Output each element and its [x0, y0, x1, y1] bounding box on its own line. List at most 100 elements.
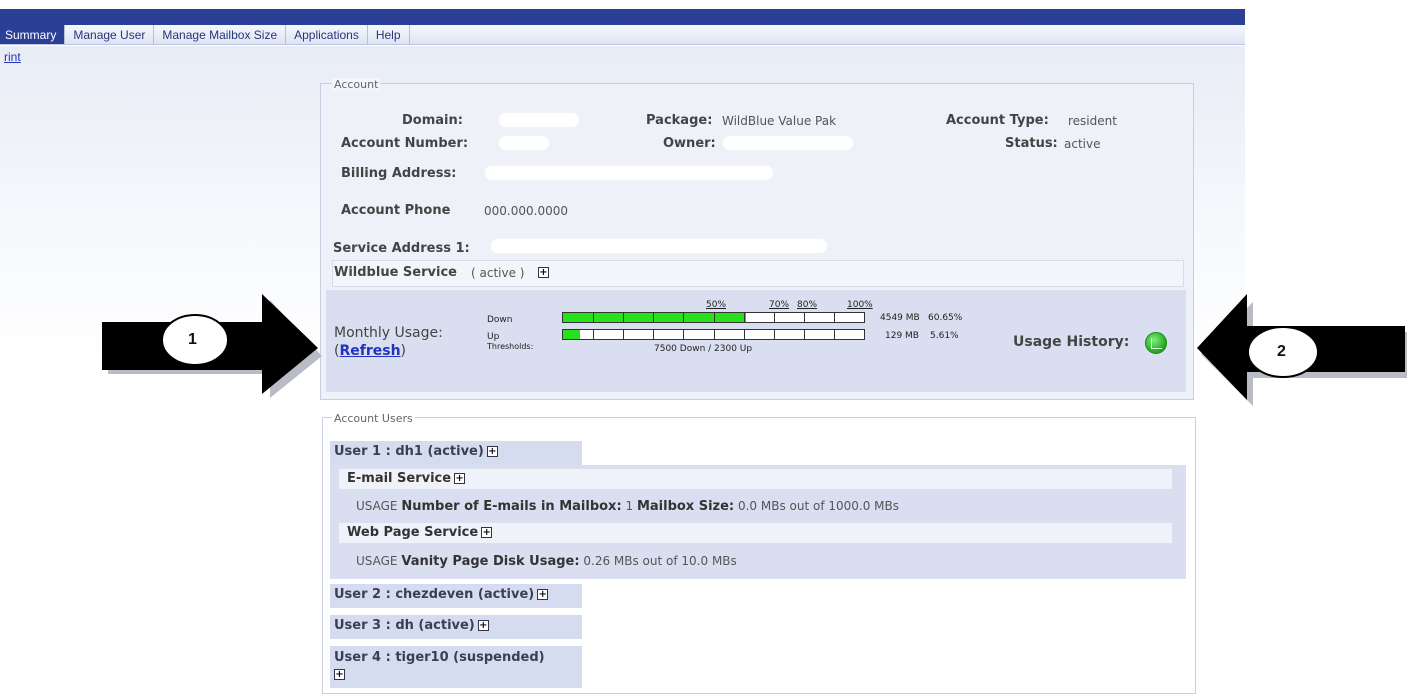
emails-count-label: Number of E-mails in Mailbox: [401, 499, 622, 514]
user-3-label: User 3 : dh (active) [334, 618, 475, 633]
web-usage-line: USAGE Vanity Page Disk Usage: 0.26 MBs o… [356, 554, 737, 569]
down-usage-bar [562, 312, 865, 323]
bar-segment-tick [804, 330, 805, 339]
emails-count-value: 1 [625, 499, 634, 513]
print-link[interactable]: rint [4, 50, 21, 64]
tab-bar: Summary Manage User Manage Mailbox Size … [0, 25, 1245, 45]
bar-segment-tick [744, 330, 745, 339]
user-4-header[interactable]: User 4 : tiger10 (suspended) + [330, 646, 582, 688]
bar-segment-tick [683, 330, 684, 339]
bar-segment-tick [804, 313, 805, 322]
bar-segment-tick [593, 313, 594, 322]
user-2-expand-icon[interactable]: + [537, 589, 549, 600]
user-1-expand-icon[interactable]: + [486, 446, 498, 457]
refresh-group: (Refresh) [334, 343, 406, 359]
wildblue-service-label: Wildblue Service [334, 265, 457, 280]
user-3-expand-icon[interactable]: + [477, 620, 489, 631]
billing-address-redacted [484, 165, 774, 181]
thresholds-label: Thresholds: [487, 342, 534, 351]
callout-number-2: 2 [1277, 343, 1286, 360]
account-type-label: Account Type: [946, 113, 1049, 128]
vanity-page-label: Vanity Page Disk Usage: [401, 554, 580, 569]
billing-address-label: Billing Address: [341, 166, 457, 181]
bar-segment-tick [623, 313, 624, 322]
up-percent: 5.61% [930, 331, 959, 341]
up-usage-bar [562, 329, 865, 340]
pct-70-label: 70% [769, 300, 790, 310]
callout-number-1: 1 [188, 331, 197, 348]
pct-50-label: 50% [706, 300, 727, 310]
domain-label: Domain: [402, 113, 463, 128]
tab-summary[interactable]: Summary [0, 25, 66, 44]
down-label: Down [487, 315, 513, 325]
tab-applications[interactable]: Applications [286, 25, 368, 44]
account-users-legend: Account Users [332, 412, 415, 425]
bar-segment-tick [623, 330, 624, 339]
bar-segment-tick [834, 330, 835, 339]
web-page-service-row: Web Page Service + [338, 522, 1173, 544]
pct-80-label: 80% [797, 300, 818, 310]
usage-history-label: Usage History: [1013, 334, 1130, 350]
account-number-redacted [498, 135, 550, 151]
down-amount: 4549 MB [880, 313, 920, 323]
down-usage-fill [563, 313, 746, 322]
email-service-expand-icon[interactable]: + [454, 473, 466, 484]
account-type-value: resident [1068, 114, 1117, 128]
owner-value-redacted [722, 135, 854, 151]
vanity-page-value: 0.26 MBs out of 10.0 MBs [583, 554, 737, 568]
user-3-header[interactable]: User 3 : dh (active) + [330, 615, 582, 639]
account-legend: Account [332, 78, 381, 91]
wildblue-service-row [332, 260, 1184, 287]
up-amount: 129 MB [885, 331, 919, 341]
web-page-service-label: Web Page Service [347, 525, 479, 540]
web-page-service-expand-icon[interactable]: + [481, 527, 493, 538]
owner-label: Owner: [663, 136, 716, 151]
mailbox-size-label: Mailbox Size: [636, 499, 735, 514]
user-2-label: User 2 : chezdeven (active) [334, 587, 535, 602]
bar-segment-tick [744, 313, 745, 322]
account-phone-value: 000.000.0000 [484, 204, 568, 218]
email-service-row: E-mail Service + [338, 468, 1173, 490]
wildblue-service-status: ( active ) [471, 266, 525, 280]
up-usage-fill [563, 330, 580, 339]
account-number-label: Account Number: [341, 136, 469, 151]
monthly-usage-label: Monthly Usage: [334, 325, 443, 341]
bar-segment-tick [593, 330, 594, 339]
user-4-label: User 4 : tiger10 (suspended) [334, 650, 545, 665]
email-usage-line: USAGE Number of E-mails in Mailbox: 1 Ma… [356, 499, 899, 514]
user-2-header[interactable]: User 2 : chezdeven (active) + [330, 584, 582, 608]
thresholds-value: 7500 Down / 2300 Up [654, 344, 753, 354]
refresh-link[interactable]: Refresh [339, 343, 400, 359]
bar-segment-tick [834, 313, 835, 322]
bar-segment-tick [683, 313, 684, 322]
status-value: active [1064, 137, 1101, 151]
up-label: Up [487, 332, 500, 342]
service-address-redacted [490, 238, 828, 254]
refresh-close-paren: ) [400, 343, 407, 359]
wildblue-expand-icon[interactable]: + [538, 267, 549, 278]
tab-manage-mailbox-size[interactable]: Manage Mailbox Size [154, 25, 287, 44]
user-1-header[interactable]: User 1 : dh1 (active) + [330, 441, 582, 465]
user-4-expand-icon[interactable]: + [334, 669, 345, 680]
tab-manage-user[interactable]: Manage User [65, 25, 155, 44]
usage-history-chart-icon[interactable] [1145, 332, 1167, 354]
account-phone-label: Account Phone [341, 203, 451, 218]
top-banner [0, 9, 1245, 25]
down-percent: 60.65% [928, 313, 963, 323]
package-label: Package: [646, 113, 713, 128]
service-address-label: Service Address 1: [333, 241, 470, 256]
bar-segment-tick [653, 330, 654, 339]
bar-segment-tick [714, 313, 715, 322]
status-label: Status: [1005, 136, 1058, 151]
pct-100-label: 100% [847, 300, 873, 310]
bar-segment-tick [774, 330, 775, 339]
tab-help[interactable]: Help [368, 25, 410, 44]
domain-value-redacted [498, 112, 580, 128]
email-usage-tag: USAGE [356, 499, 398, 513]
bar-segment-tick [653, 313, 654, 322]
mailbox-size-value: 0.0 MBs out of 1000.0 MBs [737, 499, 899, 513]
web-usage-tag: USAGE [356, 554, 398, 568]
bar-segment-tick [714, 330, 715, 339]
user-1-label: User 1 : dh1 (active) [334, 444, 484, 459]
package-value: WildBlue Value Pak [722, 114, 837, 128]
